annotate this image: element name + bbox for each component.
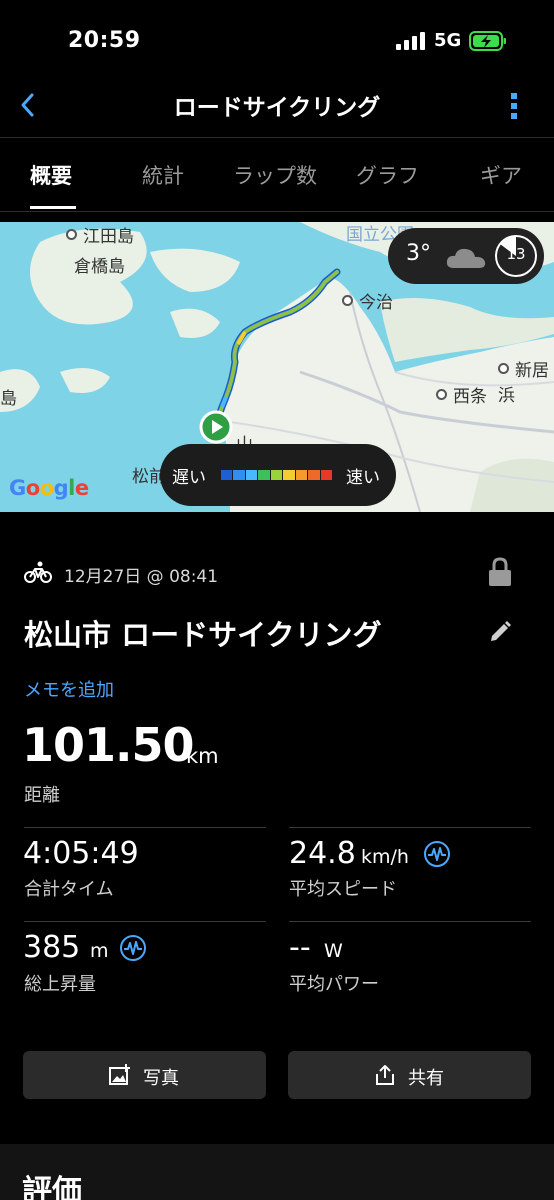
avg-speed-label: 平均スピード [289,879,397,900]
add-photo-icon [109,1064,130,1085]
tab-stats[interactable]: 統計 [142,160,184,190]
pulse-chart-icon[interactable] [119,934,147,962]
total-time-value: 4:05:49 [23,836,139,871]
speed-fast-label: 速い [346,468,380,488]
avg-power-label: 平均パワー [289,974,379,995]
page-title: ロードサイクリング [173,95,381,121]
add-photo-button[interactable]: 写真 [23,1051,266,1099]
divider [24,827,266,828]
elevation-gain-label: 総上昇量 [24,974,96,995]
map-label-kurahashijima: 倉橋島 [74,257,125,277]
activity-date: 12月27日 @ 08:41 [64,567,219,587]
avg-speed-unit: km/h [361,846,409,868]
distance-value: 101.50 [22,718,195,772]
share-icon [376,1065,394,1085]
elevation-gain-value: 385 [23,930,81,965]
divider [289,827,531,828]
speed-slow-label: 遅い [172,468,206,488]
weather-badge: 3° 13 [388,228,544,284]
add-photo-label: 写真 [143,1068,179,1089]
battery-charging-icon [469,31,506,51]
more-vertical-icon[interactable] [502,90,526,122]
lock-icon[interactable] [486,556,514,588]
tab-bar: 概要 統計 ラップ数 グラフ ギア [0,138,554,212]
map-label-saijo: 西条 [436,382,487,407]
share-button[interactable]: 共有 [288,1051,531,1099]
cloud-icon [446,248,486,268]
divider [289,921,531,922]
weather-temperature: 3° [406,241,431,266]
status-bar: 20:59 5G [0,0,554,80]
active-tab-indicator [30,206,76,209]
avg-power-unit: W [324,940,343,962]
elevation-gain-unit: m [90,940,109,962]
status-time: 20:59 [68,28,141,53]
speed-color-scale [221,470,333,480]
map-label-etajima: 江田島 [66,222,134,247]
tab-laps[interactable]: ラップ数 [233,160,317,190]
add-memo-link[interactable]: メモを追加 [24,676,114,702]
avg-power-value: -- [289,930,311,965]
activity-title: 松山市 ロードサイクリング [24,618,382,652]
bicycle-icon [24,561,52,583]
map-label-island: 島 [0,389,17,409]
nav-bar: ロードサイクリング [0,80,554,138]
rating-section: 評価 [0,1144,554,1200]
signal-icon [396,32,425,50]
map-label-niihama: 新居浜 [498,356,554,406]
route-start-marker-icon [199,410,233,444]
share-label: 共有 [408,1068,444,1089]
speed-legend: 遅い 速い [160,444,396,506]
divider [24,921,266,922]
pulse-chart-icon[interactable] [423,840,451,868]
distance-label: 距離 [24,785,60,806]
tab-gear[interactable]: ギア [480,160,522,190]
google-logo: Google [9,476,89,500]
total-time-label: 合計タイム [24,879,114,900]
distance-unit: km [186,744,219,768]
tab-overview[interactable]: 概要 [30,160,72,190]
avg-speed-value: 24.8 [289,836,356,871]
pencil-edit-icon[interactable] [488,620,512,644]
moon-phase-value: 13 [506,245,526,263]
map-label-imabari: 今治 [342,288,393,313]
rating-title: 評価 [22,1174,82,1200]
network-label: 5G [434,30,462,51]
tab-graph[interactable]: グラフ [356,160,419,190]
